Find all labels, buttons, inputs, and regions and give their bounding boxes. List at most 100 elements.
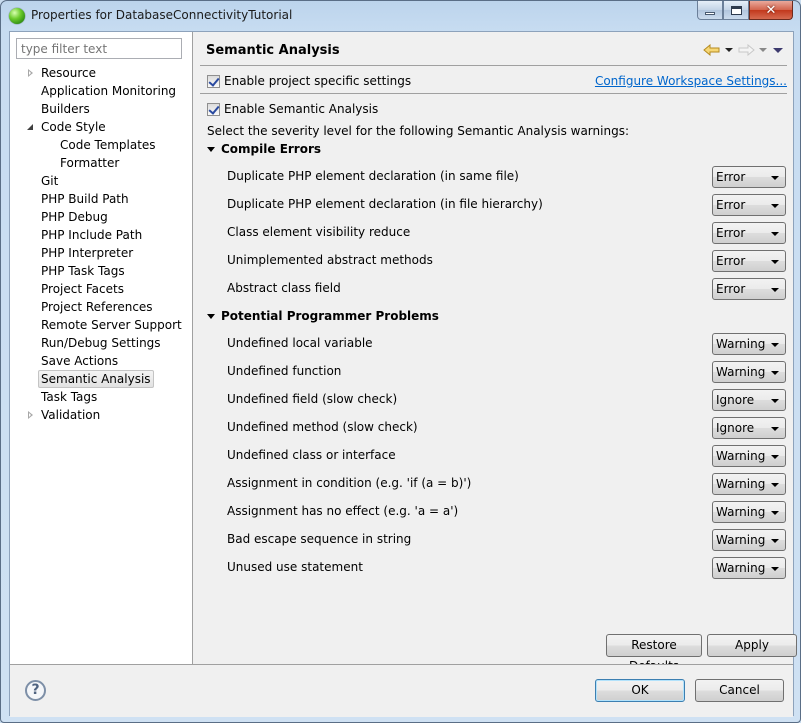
back-history-dropdown[interactable] (723, 42, 735, 58)
severity-select[interactable]: Warning (712, 473, 786, 495)
severity-option-label: Bad escape sequence in string (227, 532, 412, 546)
sidebar-item-git[interactable]: Git (10, 172, 192, 190)
severity-select[interactable]: Error (712, 166, 786, 188)
title-bar[interactable]: Properties for DatabaseConnectivityTutor… (1, 1, 800, 31)
sidebar-item-php-include-path[interactable]: PHP Include Path (10, 226, 192, 244)
severity-select[interactable]: Error (712, 250, 786, 272)
sidebar-item-label: Code Templates (60, 138, 156, 152)
sidebar-item-label: Run/Debug Settings (41, 336, 161, 350)
severity-option-label: Duplicate PHP element declaration (in fi… (227, 197, 543, 211)
sidebar-item-code-templates[interactable]: Code Templates (10, 136, 192, 154)
expanded-twisty-icon[interactable] (26, 118, 36, 136)
sidebar-item-php-interpreter[interactable]: PHP Interpreter (10, 244, 192, 262)
preference-tree: Resource Application Monitoring Builders Co… (10, 64, 192, 424)
severity-option-label: Undefined field (slow check) (227, 392, 398, 406)
collapsed-twisty-icon[interactable] (26, 406, 36, 424)
back-button[interactable] (701, 42, 723, 58)
sidebar-item-remote-server-support[interactable]: Remote Server Support (10, 316, 192, 334)
sidebar-item-label: Validation (41, 408, 101, 422)
sidebar-item-label: Semantic Analysis (38, 370, 154, 388)
maximize-icon (730, 5, 742, 15)
severity-select[interactable]: Warning (712, 445, 786, 467)
sidebar-item-resource[interactable]: Resource (10, 64, 192, 82)
chevron-down-icon (771, 260, 779, 264)
sidebar-item-php-task-tags[interactable]: PHP Task Tags (10, 262, 192, 280)
severity-select[interactable]: Warning (712, 557, 786, 579)
settings-separator (200, 93, 787, 94)
severity-select[interactable]: Error (712, 222, 786, 244)
sidebar-item-save-actions[interactable]: Save Actions (10, 352, 192, 370)
severity-select-value: Warning (716, 533, 766, 547)
severity-option-row: Undefined method (slow check) Ignore (227, 417, 793, 439)
severity-select[interactable]: Ignore (712, 389, 786, 411)
chevron-down-icon (771, 567, 779, 571)
chevron-down-icon (771, 371, 779, 375)
section-title: Compile Errors (221, 142, 322, 156)
sidebar-item-project-facets[interactable]: Project Facets (10, 280, 192, 298)
minimize-button[interactable] (697, 1, 723, 20)
severity-option-row: Bad escape sequence in string Warning (227, 529, 793, 551)
checkbox-checked-icon[interactable] (207, 102, 220, 116)
severity-option-row: Abstract class field Error (227, 278, 793, 300)
severity-option-row: Undefined local variable Warning (227, 333, 793, 355)
close-button[interactable]: ✕ (749, 1, 793, 20)
chevron-down-icon (759, 48, 767, 52)
forward-history-dropdown[interactable] (757, 42, 769, 58)
sidebar-item-label: Resource (41, 66, 97, 80)
section-header-potential-programmer-problems[interactable]: Potential Programmer Problems (207, 309, 439, 323)
section-header-compile-errors[interactable]: Compile Errors (207, 142, 321, 156)
header-separator (200, 65, 787, 66)
help-icon[interactable]: ? (25, 680, 46, 701)
sidebar-item-builders[interactable]: Builders (10, 100, 192, 118)
chevron-down-icon (771, 232, 779, 236)
severity-option-label: Class element visibility reduce (227, 225, 411, 239)
severity-select-value: Ignore (716, 421, 755, 435)
back-arrow-icon (703, 44, 720, 56)
severity-select-value: Warning (716, 337, 766, 351)
view-menu-icon (773, 47, 783, 53)
checkbox-checked-icon[interactable] (207, 74, 220, 88)
ok-button[interactable]: OK (595, 679, 685, 702)
expanded-section-icon (207, 313, 215, 319)
severity-select[interactable]: Error (712, 278, 786, 300)
severity-description: Select the severity level for the follow… (207, 124, 629, 138)
sidebar-item-semantic-analysis[interactable]: Semantic Analysis (10, 370, 192, 388)
sidebar-item-validation[interactable]: Validation (10, 406, 192, 424)
sidebar-item-formatter[interactable]: Formatter (10, 154, 192, 172)
sidebar-item-task-tags[interactable]: Task Tags (10, 388, 192, 406)
collapsed-twisty-icon[interactable] (26, 64, 36, 82)
filter-input[interactable] (16, 38, 182, 59)
view-menu-button[interactable] (769, 42, 787, 58)
enable-semantic-analysis-checkbox[interactable]: Enable Semantic Analysis (207, 101, 378, 117)
enable-project-specific-checkbox[interactable]: Enable project specific settings (207, 73, 411, 89)
chevron-down-icon (771, 427, 779, 431)
severity-select[interactable]: Warning (712, 333, 786, 355)
restore-defaults-button[interactable]: Restore Defaults (606, 634, 702, 673)
forward-button[interactable] (735, 42, 757, 58)
maximize-button[interactable] (723, 1, 749, 20)
chevron-down-icon (771, 343, 779, 347)
sidebar-item-run-debug-settings[interactable]: Run/Debug Settings (10, 334, 192, 352)
severity-select[interactable]: Error (712, 194, 786, 216)
sidebar-item-project-references[interactable]: Project References (10, 298, 192, 316)
dialog-client-area: Resource Application Monitoring Builders Co… (9, 31, 797, 717)
sidebar-item-label: Project References (41, 300, 153, 314)
severity-select-value: Ignore (716, 393, 755, 407)
severity-option-row: Undefined function Warning (227, 361, 793, 383)
severity-select[interactable]: Warning (712, 501, 786, 523)
sidebar-item-label: Task Tags (41, 390, 98, 404)
sidebar-item-application-monitoring[interactable]: Application Monitoring (10, 82, 192, 100)
sidebar-item-php-debug[interactable]: PHP Debug (10, 208, 192, 226)
apply-button[interactable]: Apply (707, 634, 797, 657)
severity-select[interactable]: Ignore (712, 417, 786, 439)
sidebar-item-label: PHP Interpreter (41, 246, 134, 260)
severity-select[interactable]: Warning (712, 529, 786, 551)
page-navigation (701, 42, 787, 58)
severity-select[interactable]: Warning (712, 361, 786, 383)
severity-select-value: Error (716, 282, 746, 296)
severity-option-label: Undefined function (227, 364, 342, 378)
sidebar-item-php-build-path[interactable]: PHP Build Path (10, 190, 192, 208)
configure-workspace-settings-link[interactable]: Configure Workspace Settings... (595, 74, 787, 88)
cancel-button[interactable]: Cancel (695, 679, 784, 702)
sidebar-item-code-style[interactable]: Code Style (10, 118, 192, 136)
